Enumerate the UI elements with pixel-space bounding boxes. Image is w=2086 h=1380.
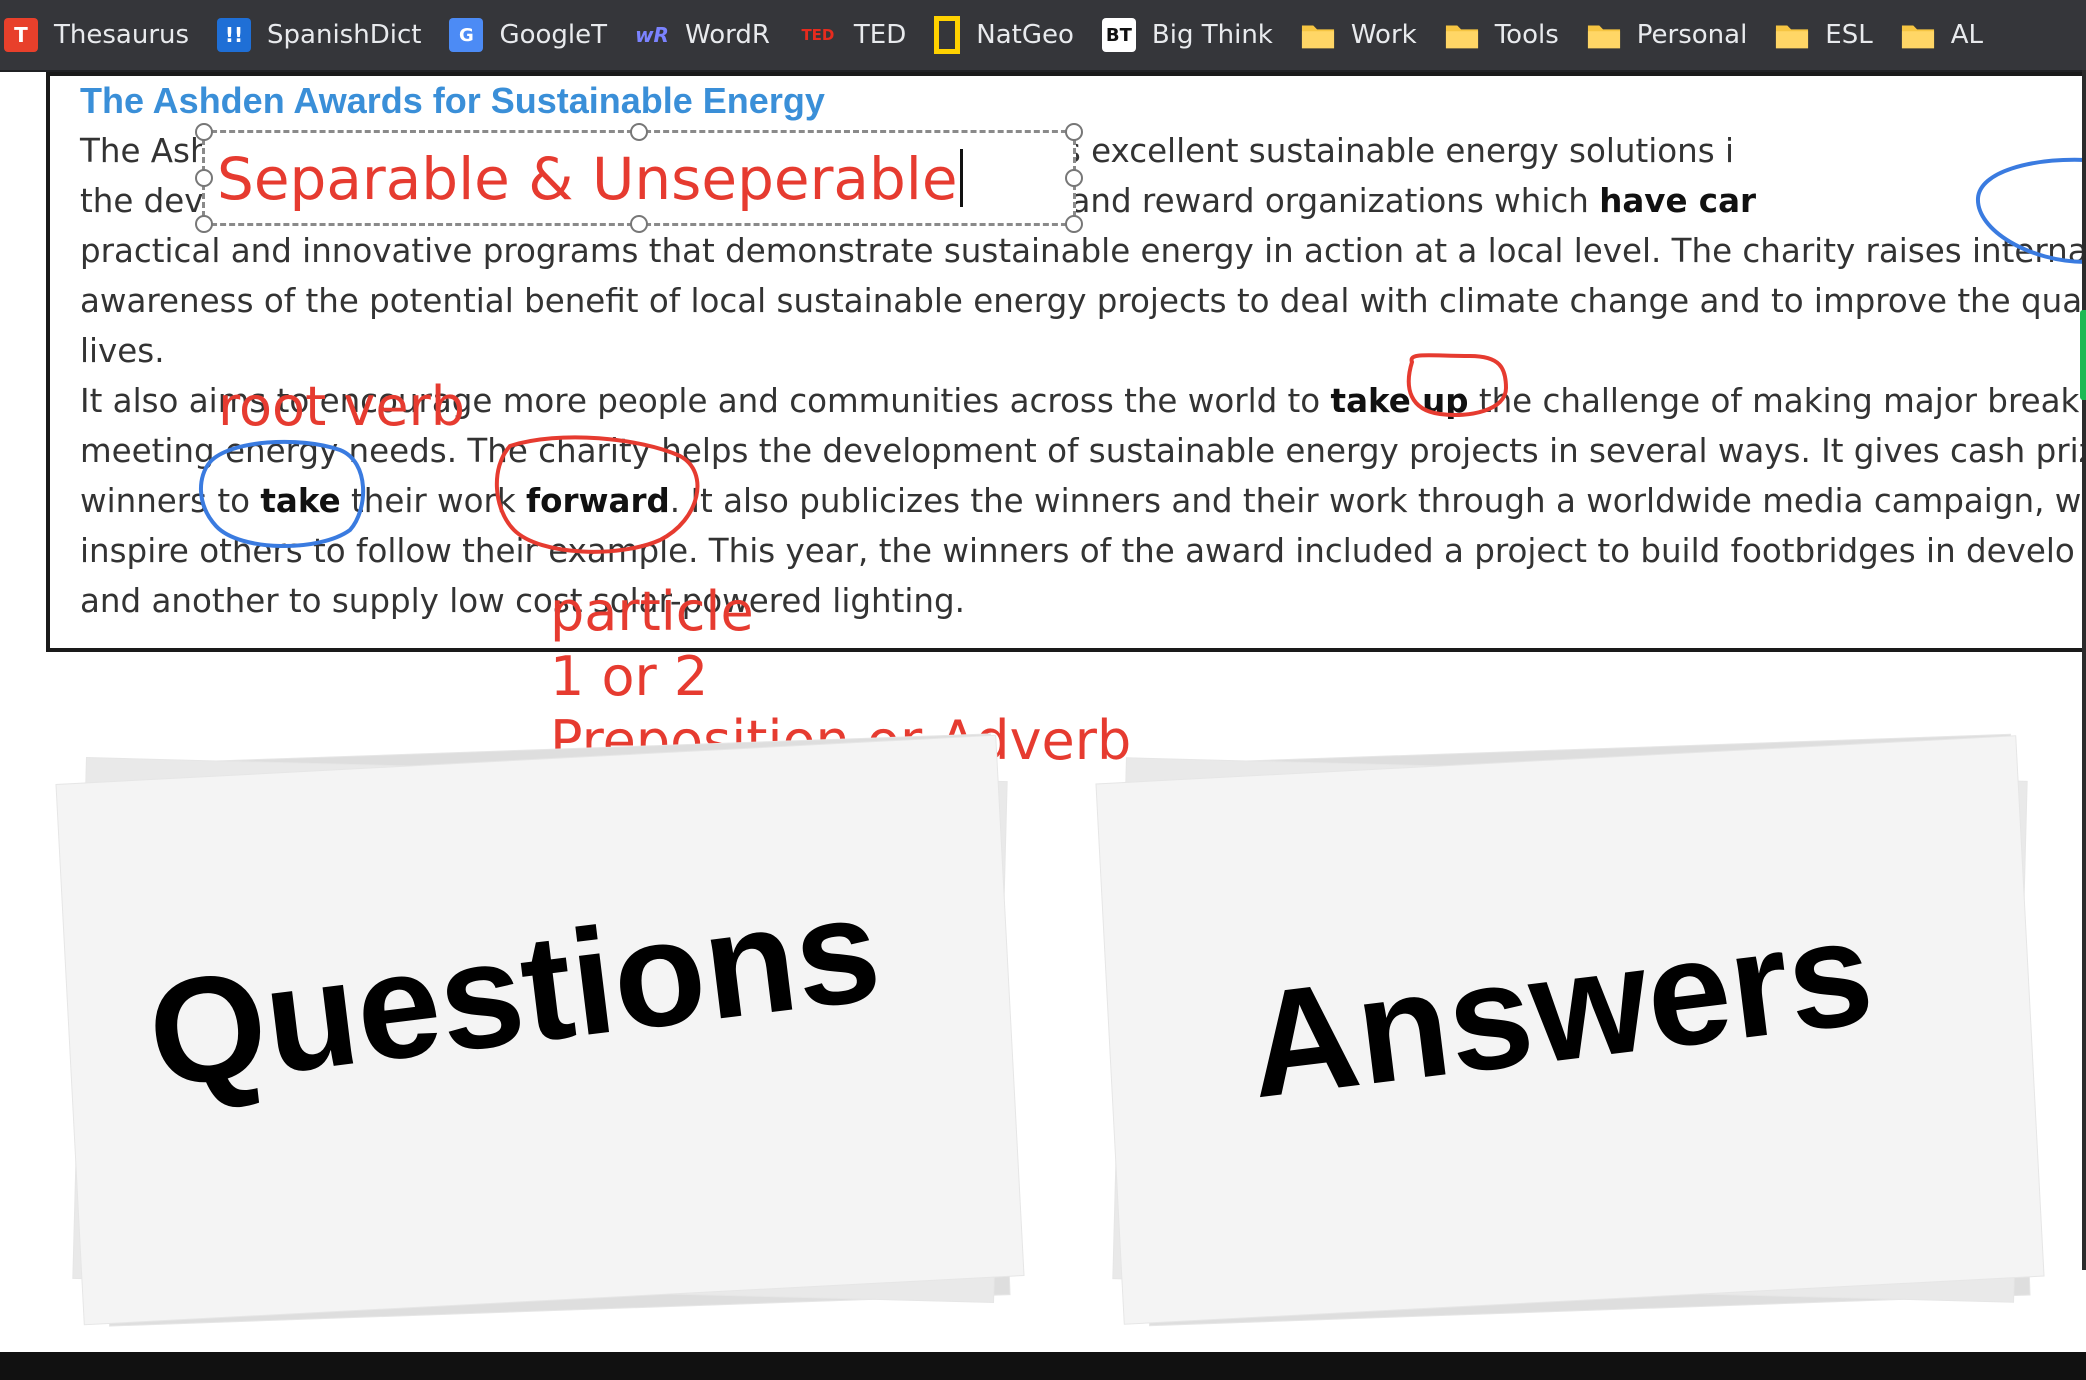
bold-phrasal-verb: have car — [1599, 182, 1757, 220]
bookmark-label: GoogleT — [499, 20, 608, 50]
bookmark-folder-esl[interactable]: ESL — [1761, 0, 1886, 70]
document-line: lives. — [80, 326, 2086, 376]
text-segment: inspire others to follow their example. … — [80, 532, 2075, 570]
ted-icon: TED — [801, 26, 835, 44]
annotation-root-verb: root verb — [218, 375, 466, 438]
side-tab[interactable] — [2080, 310, 2086, 400]
bookmark-folder-work[interactable]: Work — [1287, 0, 1431, 70]
bookmarks-bar: T Thesaurus !! SpanishDict G GoogleT wR … — [0, 0, 2086, 72]
text-segment: . It also publicizes the winners and the… — [669, 482, 2082, 520]
bookmark-label: Tools — [1494, 20, 1559, 50]
google-translate-icon: G — [449, 18, 484, 52]
bookmark-googlet[interactable]: G GoogleT — [435, 0, 621, 70]
folder-icon — [1901, 18, 1935, 52]
bookmark-label: WordR — [685, 20, 770, 50]
thesaurus-icon: T — [4, 18, 38, 52]
bookmark-label: Big Think — [1151, 20, 1273, 50]
taskbar — [0, 1352, 2086, 1380]
annotation-textbox-text[interactable]: Separable & Unseperable — [217, 145, 963, 213]
text-segment: lives. — [80, 332, 165, 370]
annotation-textbox-content: Separable & Unseperable — [217, 145, 958, 213]
bookmark-label: ESL — [1825, 20, 1873, 50]
folder-icon — [1445, 18, 1479, 52]
bold-phrasal-verb: take — [260, 482, 341, 520]
text-segment: practical and innovative programs that d… — [80, 232, 2086, 270]
folder-icon — [1587, 18, 1621, 52]
document-line: inspire others to follow their example. … — [80, 526, 2086, 576]
folder-icon — [1301, 18, 1335, 52]
bookmark-folder-al[interactable]: AL — [1887, 0, 1997, 70]
folder-icon — [1775, 18, 1809, 52]
bookmark-wordr[interactable]: wR WordR — [621, 0, 784, 70]
natgeo-icon — [934, 16, 961, 54]
bookmark-label: NatGeo — [976, 20, 1074, 50]
resize-handle[interactable] — [1065, 215, 1083, 233]
bookmark-label: TED — [853, 20, 907, 50]
document-title: The Ashden Awards for Sustainable Energy — [80, 80, 825, 121]
bookmark-ted[interactable]: TED TED — [784, 0, 920, 70]
answers-card[interactable]: Answers — [1096, 720, 2060, 1340]
document-line: practical and innovative programs that d… — [80, 226, 2086, 276]
bookmark-label: SpanishDict — [267, 20, 422, 50]
text-segment: and another to supply low cost solar-pow… — [80, 582, 965, 620]
document-line: winners to take their work forward. It a… — [80, 476, 2086, 526]
window-edge — [2082, 70, 2086, 1270]
spanishdict-icon: !! — [217, 18, 252, 52]
wordreference-icon: wR — [635, 23, 669, 47]
text-segment: awareness of the potential benefit of lo… — [80, 282, 2086, 320]
resize-handle[interactable] — [1065, 123, 1083, 141]
resize-handle[interactable] — [195, 123, 213, 141]
bookmark-natgeo[interactable]: NatGeo — [920, 0, 1088, 70]
bookmark-label: AL — [1950, 20, 1983, 50]
bold-phrasal-verb: forward — [526, 482, 670, 520]
document-line: awareness of the potential benefit of lo… — [80, 276, 2086, 326]
resize-handle[interactable] — [630, 215, 648, 233]
bookmark-folder-personal[interactable]: Personal — [1573, 0, 1762, 70]
bigthink-icon: BT — [1101, 18, 1136, 52]
resize-handle[interactable] — [630, 123, 648, 141]
bold-phrasal-verb: take up — [1330, 382, 1469, 420]
bookmark-label: Thesaurus — [54, 20, 190, 50]
text-segment: winners to — [80, 482, 261, 520]
text-segment: The Ash — [80, 132, 211, 170]
document-line: and another to supply low cost solar-pow… — [80, 576, 2086, 626]
bookmark-folder-tools[interactable]: Tools — [1431, 0, 1573, 70]
annotation-particle-count: 1 or 2 — [550, 645, 709, 708]
questions-card[interactable]: Questions — [56, 720, 1040, 1340]
bookmark-bigthink[interactable]: BT Big Think — [1088, 0, 1287, 70]
bookmark-label: Personal — [1636, 20, 1748, 50]
bookmark-spanishdict[interactable]: !! SpanishDict — [203, 0, 435, 70]
text-segment: their work — [340, 482, 527, 520]
resize-handle[interactable] — [195, 215, 213, 233]
resize-handle[interactable] — [1065, 169, 1083, 187]
resize-handle[interactable] — [195, 169, 213, 187]
text-caret — [959, 149, 963, 207]
annotation-particle: particle — [550, 580, 754, 643]
text-segment: the challenge of making major break — [1468, 382, 2080, 420]
bookmark-thesaurus[interactable]: T Thesaurus — [0, 0, 203, 70]
annotation-textbox[interactable]: Separable & Unseperable — [195, 123, 1083, 233]
bookmark-label: Work — [1350, 20, 1417, 50]
text-segment: the dev — [80, 182, 204, 220]
